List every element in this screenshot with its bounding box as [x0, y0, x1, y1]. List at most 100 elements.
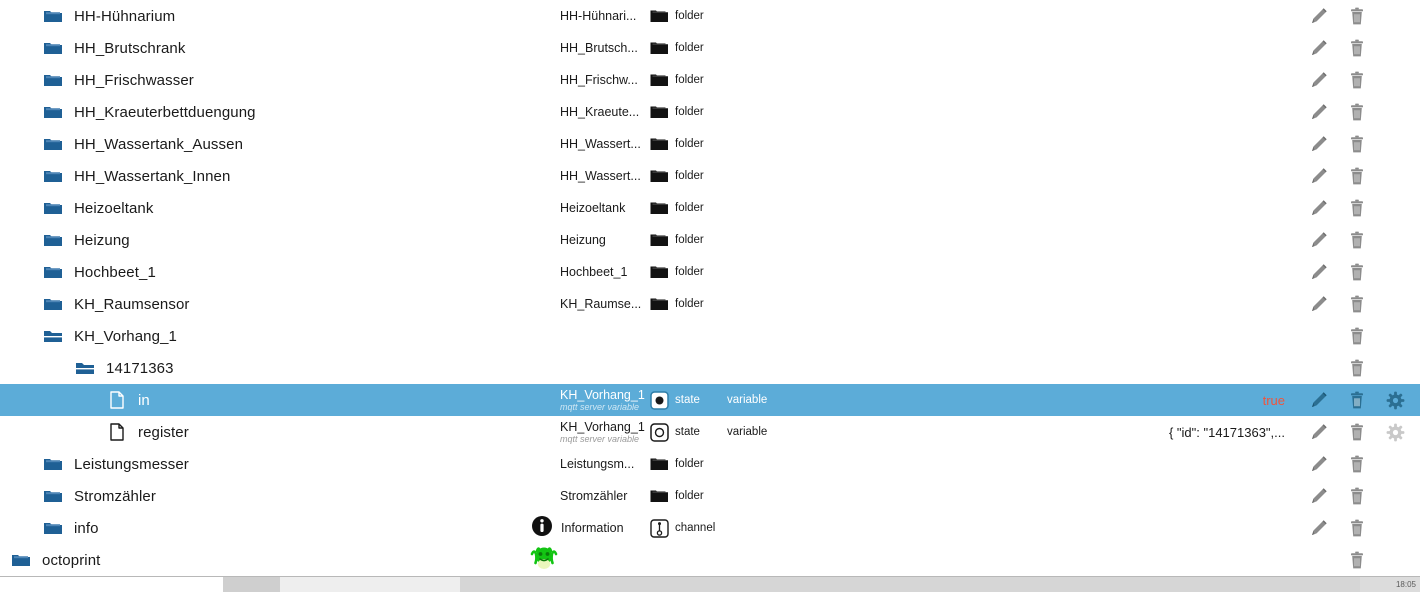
- object-name-label: HH_Brutschrank: [74, 39, 186, 57]
- folder-closed-icon[interactable]: [42, 38, 64, 58]
- folder-closed-icon[interactable]: [42, 518, 64, 538]
- document-icon[interactable]: [106, 422, 128, 442]
- trash-button[interactable]: [1338, 384, 1376, 416]
- folder-closed-icon[interactable]: [42, 134, 64, 154]
- object-name-cell[interactable]: info: [0, 512, 560, 544]
- taskbar[interactable]: 18:05: [0, 576, 1420, 592]
- object-row[interactable]: 14171363: [0, 352, 1420, 384]
- folder-closed-icon[interactable]: [42, 6, 64, 26]
- trash-button[interactable]: [1338, 224, 1376, 256]
- trash-button[interactable]: [1338, 256, 1376, 288]
- trash-button[interactable]: [1338, 64, 1376, 96]
- pencil-button[interactable]: [1300, 96, 1338, 128]
- object-row[interactable]: info Information channel: [0, 512, 1420, 544]
- object-row[interactable]: KH_Vorhang_1: [0, 320, 1420, 352]
- object-type-label: folder: [675, 74, 704, 86]
- object-row[interactable]: HH_Brutschrank HH_Brutsch... folder: [0, 32, 1420, 64]
- folder-closed-icon[interactable]: [42, 486, 64, 506]
- taskbar-segment-active[interactable]: [224, 577, 280, 592]
- folder-closed-icon[interactable]: [42, 70, 64, 90]
- folder-closed-icon[interactable]: [42, 454, 64, 474]
- object-row[interactable]: KH_Raumsensor KH_Raumse... folder: [0, 288, 1420, 320]
- trash-button[interactable]: [1338, 288, 1376, 320]
- pencil-button[interactable]: [1300, 416, 1338, 448]
- trash-button[interactable]: [1338, 320, 1376, 352]
- pencil-button[interactable]: [1300, 288, 1338, 320]
- object-name-cell[interactable]: HH_Kraeuterbettduengung: [0, 96, 560, 128]
- object-name-cell[interactable]: HH_Wassertank_Aussen: [0, 128, 560, 160]
- trash-button[interactable]: [1338, 448, 1376, 480]
- object-row[interactable]: HH_Wassertank_Innen HH_Wassert... folder: [0, 160, 1420, 192]
- pencil-button[interactable]: [1300, 384, 1338, 416]
- document-icon[interactable]: [106, 390, 128, 410]
- pencil-button[interactable]: [1300, 160, 1338, 192]
- object-value-cell[interactable]: true: [1263, 384, 1285, 416]
- pencil-icon: [1309, 390, 1329, 410]
- trash-button[interactable]: [1338, 0, 1376, 32]
- trash-button[interactable]: [1338, 352, 1376, 384]
- pencil-button[interactable]: [1300, 0, 1338, 32]
- trash-button[interactable]: [1338, 480, 1376, 512]
- taskbar-segment-window[interactable]: [0, 577, 224, 592]
- trash-button[interactable]: [1338, 544, 1376, 576]
- object-row[interactable]: in KH_Vorhang_1 mqtt server variable state v…: [0, 384, 1420, 416]
- object-row[interactable]: HH-Hühnarium HH-Hühnari... folder: [0, 0, 1420, 32]
- folder-closed-icon[interactable]: [10, 550, 32, 570]
- object-name-cell[interactable]: HH_Wassertank_Innen: [0, 160, 560, 192]
- folder-closed-icon[interactable]: [42, 166, 64, 186]
- folder-closed-icon[interactable]: [42, 198, 64, 218]
- object-name-cell[interactable]: KH_Raumsensor: [0, 288, 560, 320]
- pencil-button[interactable]: [1300, 128, 1338, 160]
- object-row[interactable]: register KH_Vorhang_1 mqtt server variable…: [0, 416, 1420, 448]
- object-name-cell[interactable]: 14171363: [0, 352, 560, 384]
- taskbar-segment-idle[interactable]: [280, 577, 460, 592]
- folder-open-icon[interactable]: [42, 326, 64, 346]
- object-name-cell[interactable]: Heizoeltank: [0, 192, 560, 224]
- trash-button[interactable]: [1338, 96, 1376, 128]
- trash-button[interactable]: [1338, 416, 1376, 448]
- object-name-cell[interactable]: Heizung: [0, 224, 560, 256]
- object-row[interactable]: Leistungsmesser Leistungsm... folder: [0, 448, 1420, 480]
- pencil-button[interactable]: [1300, 512, 1338, 544]
- trash-button[interactable]: [1338, 192, 1376, 224]
- object-row[interactable]: HH_Kraeuterbettduengung HH_Kraeute... fold…: [0, 96, 1420, 128]
- object-name-cell[interactable]: KH_Vorhang_1: [0, 320, 560, 352]
- object-row[interactable]: Hochbeet_1 Hochbeet_1 folder: [0, 256, 1420, 288]
- trash-button[interactable]: [1338, 512, 1376, 544]
- gear-button[interactable]: [1376, 384, 1414, 416]
- object-row[interactable]: HH_Wassertank_Aussen HH_Wassert... folder: [0, 128, 1420, 160]
- object-name-cell[interactable]: HH-Hühnarium: [0, 0, 560, 32]
- object-list[interactable]: HH-Hühnarium HH-Hühnari... folder HH_Brutsc…: [0, 0, 1420, 576]
- pencil-button[interactable]: [1300, 64, 1338, 96]
- object-value-cell[interactable]: { "id": "14171363",...: [1169, 416, 1285, 448]
- folder-closed-icon[interactable]: [42, 230, 64, 250]
- folder-closed-icon[interactable]: [42, 294, 64, 314]
- object-name-cell[interactable]: Stromzähler: [0, 480, 560, 512]
- folder-open-icon[interactable]: [74, 358, 96, 378]
- object-row[interactable]: Stromzähler Stromzähler folder: [0, 480, 1420, 512]
- object-name-cell[interactable]: Leistungsmesser: [0, 448, 560, 480]
- pencil-button[interactable]: [1300, 32, 1338, 64]
- pencil-button[interactable]: [1300, 480, 1338, 512]
- pencil-button[interactable]: [1300, 224, 1338, 256]
- gear-button[interactable]: [1376, 416, 1414, 448]
- folder-closed-icon[interactable]: [42, 262, 64, 282]
- folder-closed-icon[interactable]: [42, 102, 64, 122]
- trash-button[interactable]: [1338, 160, 1376, 192]
- object-name-cell[interactable]: in: [0, 384, 560, 416]
- object-name-cell[interactable]: octoprint: [0, 544, 560, 576]
- octoprint-icon: [529, 544, 559, 577]
- object-row[interactable]: Heizoeltank Heizoeltank folder: [0, 192, 1420, 224]
- object-name-cell[interactable]: HH_Brutschrank: [0, 32, 560, 64]
- pencil-button[interactable]: [1300, 256, 1338, 288]
- object-row[interactable]: octoprint: [0, 544, 1420, 576]
- object-name-cell[interactable]: register: [0, 416, 560, 448]
- pencil-button[interactable]: [1300, 448, 1338, 480]
- trash-button[interactable]: [1338, 128, 1376, 160]
- trash-button[interactable]: [1338, 32, 1376, 64]
- pencil-button[interactable]: [1300, 192, 1338, 224]
- object-row[interactable]: HH_Frischwasser HH_Frischw... folder: [0, 64, 1420, 96]
- object-row[interactable]: Heizung Heizung folder: [0, 224, 1420, 256]
- object-name-cell[interactable]: HH_Frischwasser: [0, 64, 560, 96]
- object-name-cell[interactable]: Hochbeet_1: [0, 256, 560, 288]
